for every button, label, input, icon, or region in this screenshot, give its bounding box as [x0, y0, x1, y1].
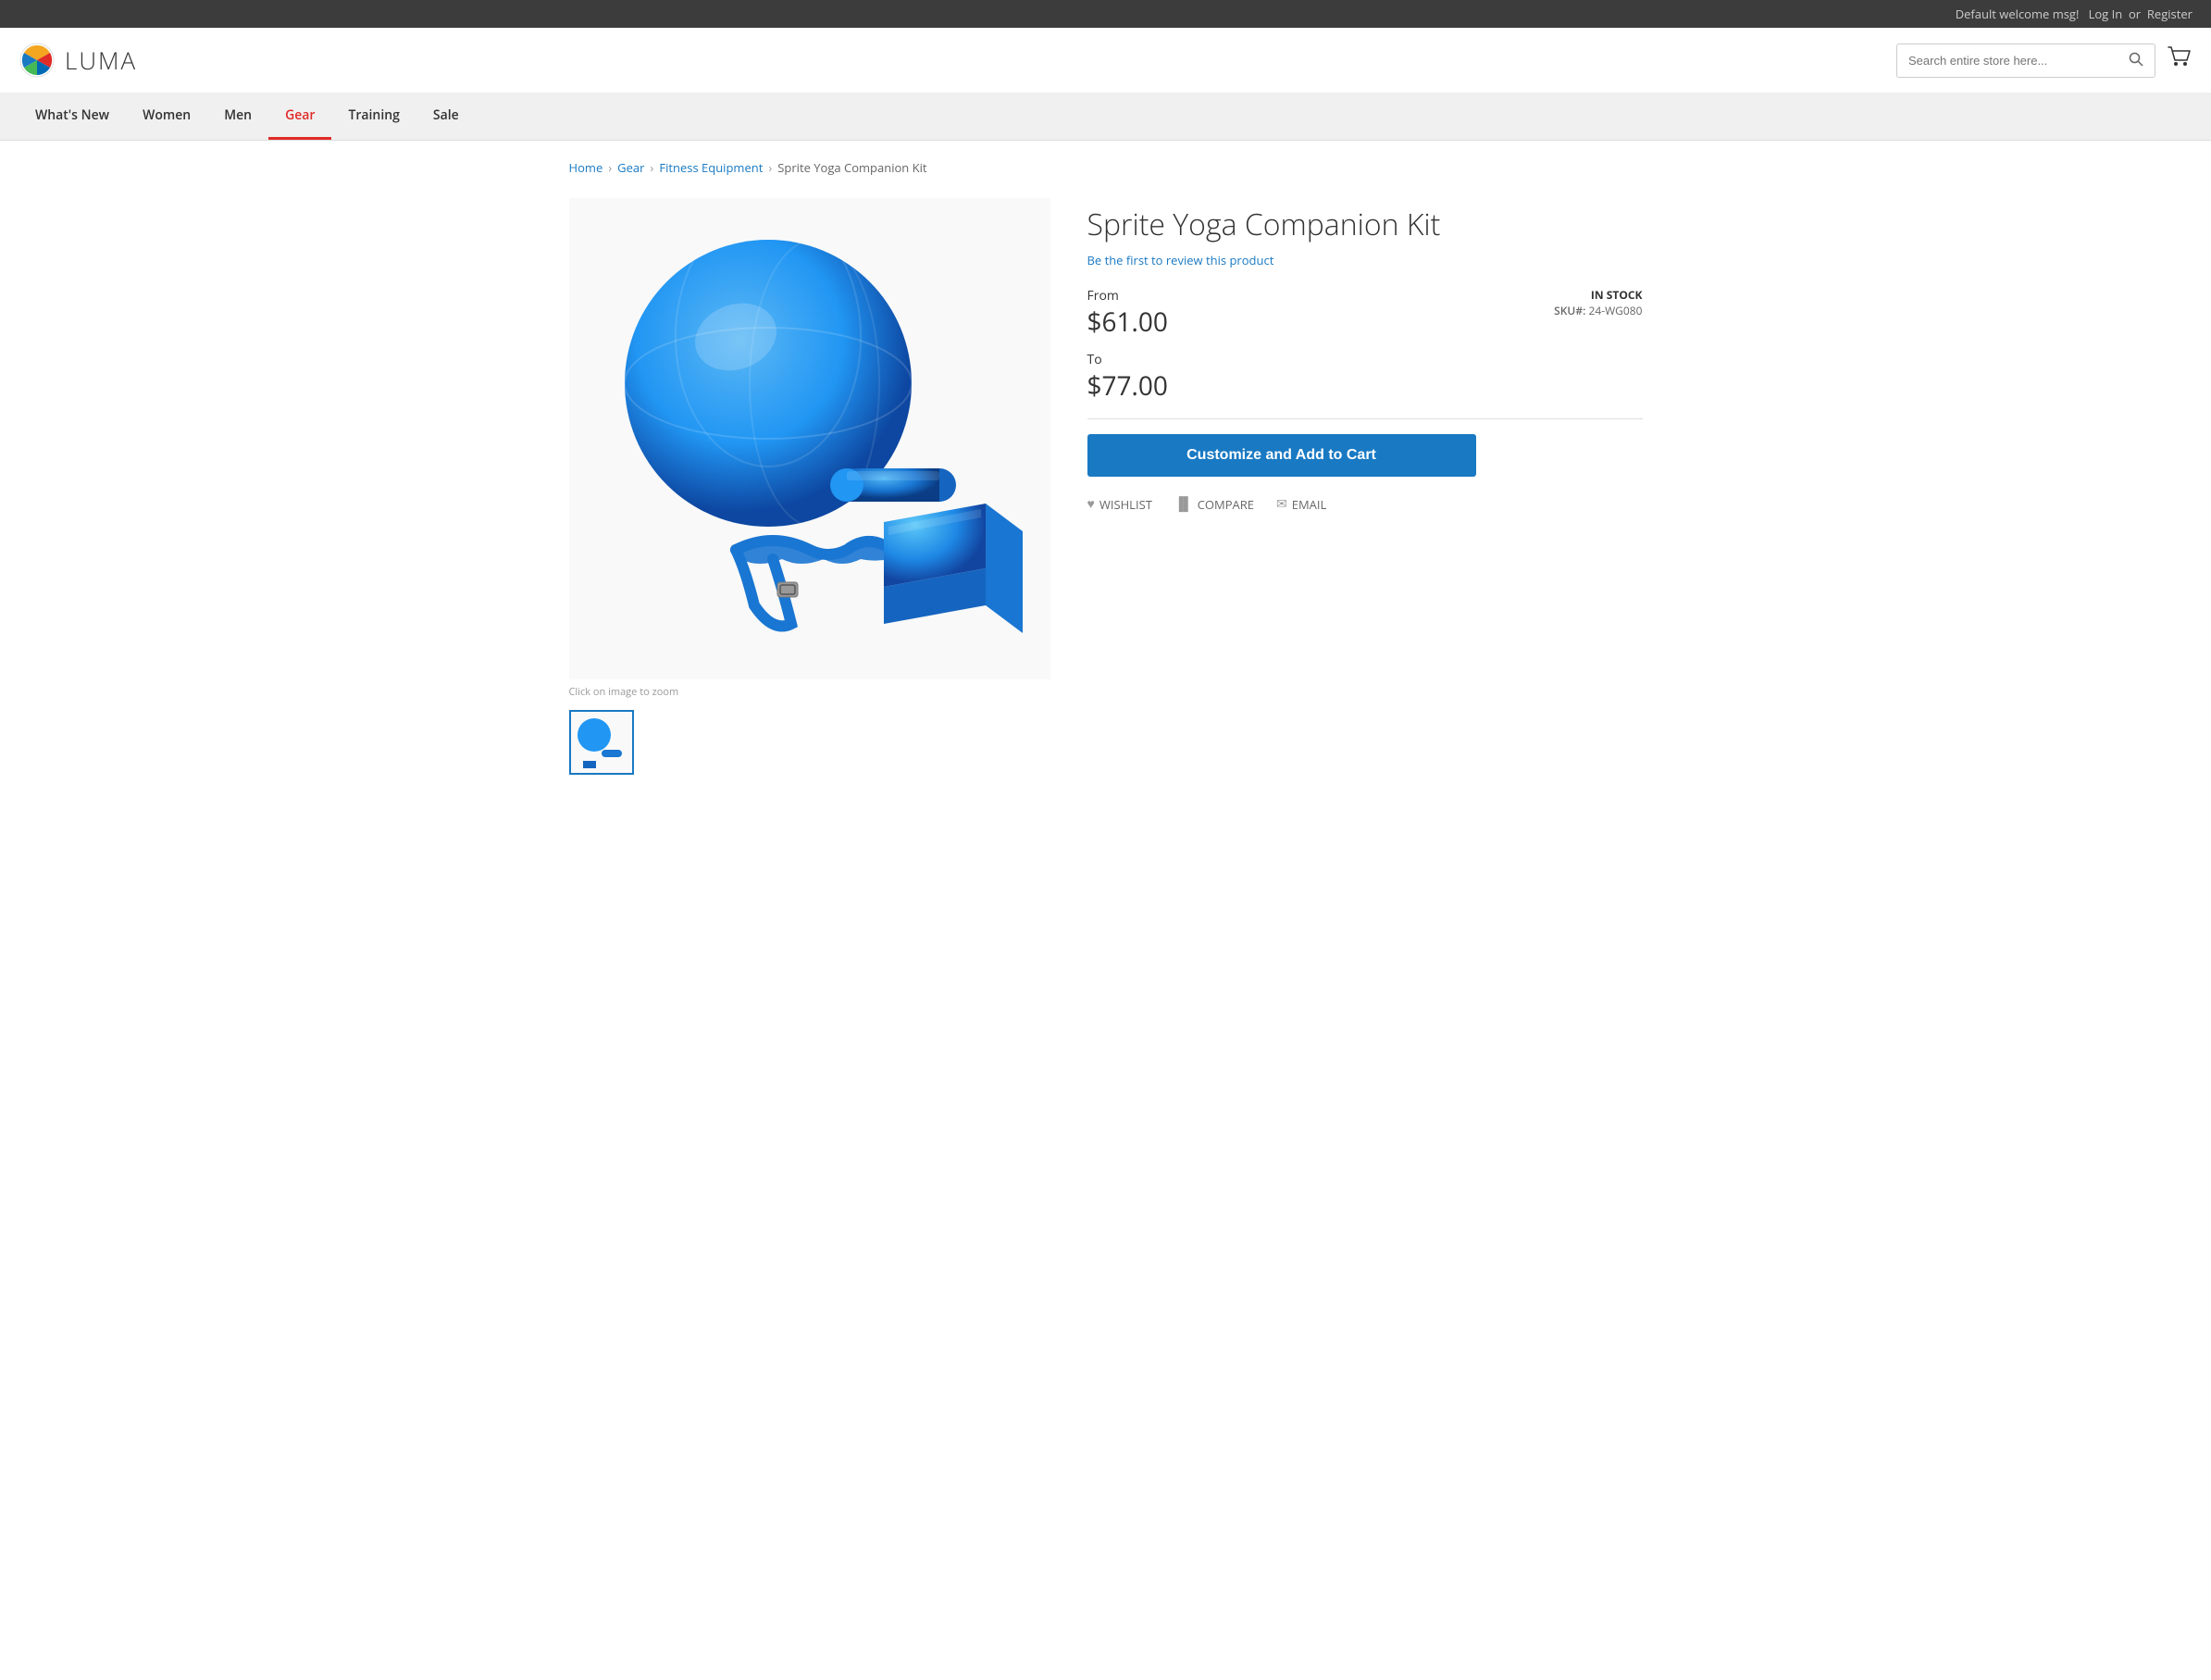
search-input[interactable]	[1897, 46, 2118, 75]
product-image-svg	[588, 217, 1032, 661]
nav-link-women[interactable]: Women	[126, 93, 207, 140]
action-links: ♥ WISHLIST ▐▌ COMPARE ✉ EMAIL	[1087, 495, 1643, 513]
nav-link-training[interactable]: Training	[331, 93, 416, 140]
price-stock-row: From $61.00 IN STOCK SKU#: 24-WG080	[1087, 287, 1643, 347]
sku-value: 24-WG080	[1589, 303, 1643, 318]
price-from-section: From $61.00	[1087, 287, 1168, 347]
search-icon	[2129, 52, 2143, 67]
main-nav: What's New Women Men Gear Training Sale	[0, 93, 2211, 141]
price-to-value: $77.00	[1087, 368, 1643, 404]
site-header: LUMA	[0, 28, 2211, 93]
compare-icon: ▐▌	[1174, 495, 1193, 513]
main-content: Home › Gear › Fitness Equipment › Sprite…	[551, 141, 1661, 793]
search-box	[1896, 44, 2155, 78]
product-info: Sprite Yoga Companion Kit Be the first t…	[1087, 198, 1643, 513]
search-button[interactable]	[2118, 44, 2155, 77]
nav-item-whats-new: What's New	[19, 93, 126, 140]
breadcrumb-sep-2: ›	[650, 159, 653, 176]
header-right	[1896, 44, 2192, 78]
thumbnail-1[interactable]	[569, 710, 634, 775]
breadcrumb: Home › Gear › Fitness Equipment › Sprite…	[569, 159, 1643, 176]
or-text: or	[2129, 6, 2141, 22]
cart-svg-icon	[2167, 44, 2192, 69]
nav-link-men[interactable]: Men	[207, 93, 268, 140]
logo-text: LUMA	[65, 44, 137, 77]
compare-link[interactable]: ▐▌ COMPARE	[1174, 495, 1254, 513]
top-bar: Default welcome msg! Log In or Register	[0, 0, 2211, 28]
email-link[interactable]: ✉ EMAIL	[1276, 495, 1326, 513]
email-icon: ✉	[1276, 495, 1287, 513]
thumbnail-1-image	[574, 715, 629, 770]
product-layout: Click on image to zoom Sprite Yoga Compa…	[569, 198, 1643, 775]
thumbnail-row	[569, 710, 1050, 775]
product-image-area: Click on image to zoom	[569, 198, 1050, 775]
add-to-cart-button[interactable]: Customize and Add to Cart	[1087, 434, 1476, 477]
breadcrumb-home[interactable]: Home	[569, 159, 603, 176]
wishlist-label: WISHLIST	[1099, 496, 1152, 513]
breadcrumb-sep-1: ›	[608, 159, 612, 176]
breadcrumb-fitness-equipment[interactable]: Fitness Equipment	[659, 159, 763, 176]
stock-sku-section: IN STOCK SKU#: 24-WG080	[1554, 287, 1642, 318]
register-link[interactable]: Register	[2147, 6, 2192, 22]
review-link[interactable]: Be the first to review this product	[1087, 252, 1274, 268]
welcome-message: Default welcome msg!	[1956, 6, 2080, 22]
logo-area: LUMA	[19, 42, 137, 79]
wishlist-link[interactable]: ♥ WISHLIST	[1087, 495, 1152, 513]
nav-list: What's New Women Men Gear Training Sale	[19, 93, 2192, 140]
login-link[interactable]: Log In	[2089, 6, 2123, 22]
nav-link-gear[interactable]: Gear	[268, 93, 331, 140]
nav-item-sale: Sale	[416, 93, 476, 140]
product-title: Sprite Yoga Companion Kit	[1087, 207, 1643, 243]
price-divider	[1087, 418, 1643, 419]
breadcrumb-sep-3: ›	[768, 159, 772, 176]
nav-link-sale[interactable]: Sale	[416, 93, 476, 140]
cart-icon[interactable]	[2167, 44, 2192, 77]
price-to-label: To	[1087, 351, 1643, 368]
stock-badge: IN STOCK	[1554, 287, 1642, 303]
price-from-label: From	[1087, 287, 1168, 305]
nav-item-training: Training	[331, 93, 416, 140]
sku-line: SKU#: 24-WG080	[1554, 303, 1642, 318]
zoom-hint: Click on image to zoom	[569, 685, 1050, 699]
heart-icon: ♥	[1087, 495, 1095, 513]
price-from-value: $61.00	[1087, 305, 1168, 340]
email-label: EMAIL	[1292, 496, 1327, 513]
nav-item-women: Women	[126, 93, 207, 140]
nav-link-whats-new[interactable]: What's New	[19, 93, 126, 140]
nav-item-gear: Gear	[268, 93, 331, 140]
breadcrumb-gear[interactable]: Gear	[617, 159, 644, 176]
luma-logo-icon	[19, 42, 56, 79]
product-main-image[interactable]	[569, 198, 1050, 679]
sku-label: SKU#:	[1554, 303, 1585, 318]
nav-item-men: Men	[207, 93, 268, 140]
compare-label: COMPARE	[1198, 496, 1254, 513]
breadcrumb-current: Sprite Yoga Companion Kit	[777, 159, 926, 176]
